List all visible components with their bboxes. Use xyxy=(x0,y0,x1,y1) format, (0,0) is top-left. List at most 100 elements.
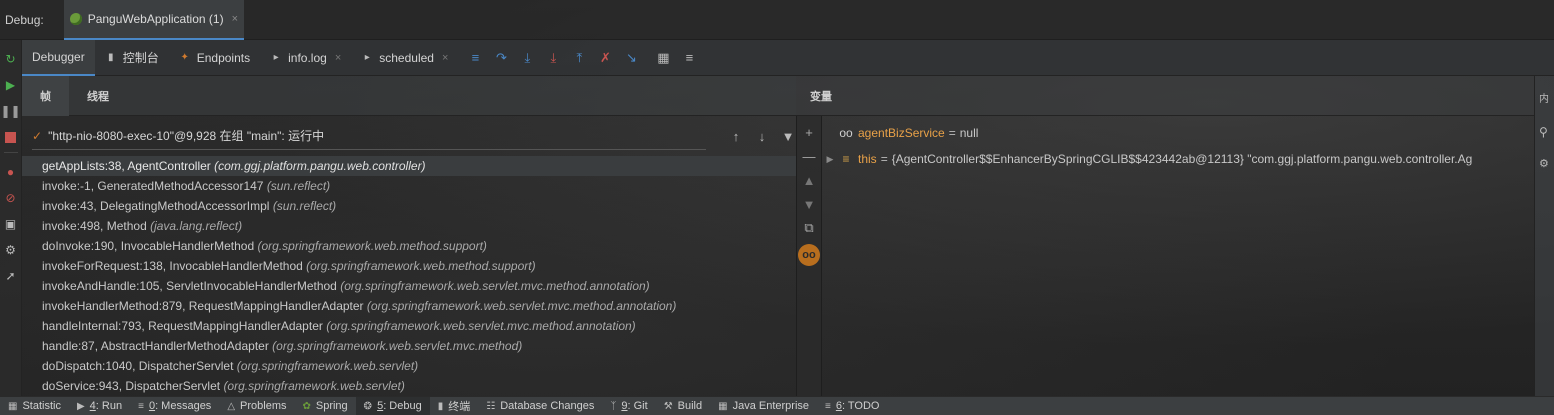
add-watch-icon[interactable]: + xyxy=(801,124,817,140)
camera-icon[interactable]: ▣ xyxy=(4,217,18,231)
spring-leaf-icon xyxy=(69,12,82,25)
show-watches-icon[interactable]: oo xyxy=(798,244,820,266)
frame-package: (org.springframework.web.servlet.mvc.met… xyxy=(326,319,636,333)
filter-icon[interactable]: ▼ xyxy=(780,129,796,144)
close-icon[interactable]: × xyxy=(335,52,341,64)
frame-method: doService:943, DispatcherServlet xyxy=(42,379,221,393)
remove-watch-icon[interactable]: — xyxy=(801,148,817,164)
frame-package: (org.springframework.web.method.support) xyxy=(306,259,536,273)
tool-label: Build xyxy=(677,400,703,412)
resume-icon[interactable]: ▶ xyxy=(4,78,18,92)
check-icon: ✓ xyxy=(32,128,43,143)
view-breakpoints-icon[interactable]: ● xyxy=(4,165,18,179)
tool-terminal[interactable]: ▮ 终端 xyxy=(430,397,479,415)
close-icon[interactable]: × xyxy=(442,52,448,64)
arrow-down-icon[interactable]: ↓ xyxy=(754,129,770,144)
frame-row[interactable]: handle:87, AbstractHandlerMethodAdapter … xyxy=(22,336,796,356)
frame-row[interactable]: invoke:43, DelegatingMethodAccessorImpl … xyxy=(22,196,796,216)
frame-package: (org.springframework.web.servlet.mvc.met… xyxy=(340,279,650,293)
frame-row[interactable]: getAppLists:38, AgentController (com.ggj… xyxy=(22,156,796,176)
settings-icon[interactable]: ⚙ xyxy=(4,243,18,257)
debug-title-bar: Debug: PanguWebApplication (1) × xyxy=(0,0,1554,40)
pin-icon[interactable]: ➚ xyxy=(4,269,18,283)
tool-run[interactable]: ▶ 4: Run xyxy=(69,397,130,415)
frame-method: doInvoke:190, InvocableHandlerMethod xyxy=(42,239,255,253)
frame-method: getAppLists:38, AgentController xyxy=(42,159,211,173)
tool-debug[interactable]: ❂ 5: Debug xyxy=(355,396,430,415)
frame-row[interactable]: invoke:-1, GeneratedMethodAccessor147 (s… xyxy=(22,176,796,196)
evaluate-expression-icon[interactable]: ▦ xyxy=(654,49,672,67)
arrow-up-icon[interactable]: ↑ xyxy=(728,129,744,144)
step-into-icon[interactable]: ⤓ xyxy=(518,49,536,67)
frame-row[interactable]: doService:943, DispatcherServlet (org.sp… xyxy=(22,376,796,396)
tab-debugger[interactable]: Debugger xyxy=(22,39,95,76)
move-up-icon[interactable]: ▲ xyxy=(801,172,817,188)
run-to-cursor-icon[interactable]: ↘ xyxy=(622,49,640,67)
tool-messages[interactable]: ≡ 0: Messages xyxy=(130,397,219,415)
frame-package: (org.springframework.web.servlet) xyxy=(236,359,419,373)
close-icon[interactable]: × xyxy=(232,13,238,25)
tool-java-enterprise[interactable]: ▦ Java Enterprise xyxy=(710,397,817,415)
stop-icon[interactable] xyxy=(4,130,18,144)
tool-build[interactable]: ⚒ Build xyxy=(656,397,710,415)
tab-scheduled-label: scheduled xyxy=(379,50,434,65)
tool-label: Database Changes xyxy=(500,400,595,412)
tab-debugger-label: Debugger xyxy=(32,49,85,64)
trace-icon[interactable]: ≡ xyxy=(680,49,698,67)
move-down-icon[interactable]: ▼ xyxy=(801,196,817,212)
tool-label: : Debug xyxy=(383,400,422,412)
tool-label: Problems xyxy=(240,400,287,412)
force-step-into-icon[interactable]: ⤓ xyxy=(544,49,562,67)
frames-threads-header: 帧 线程 xyxy=(22,75,796,116)
frame-row[interactable]: handleInternal:793, RequestMappingHandle… xyxy=(22,316,796,336)
frame-method: invoke:498, Method xyxy=(42,219,147,233)
frame-package: (com.ggj.platform.pangu.web.controller) xyxy=(214,159,426,173)
tab-endpoints[interactable]: ✦ Endpoints xyxy=(169,40,260,76)
pause-icon[interactable]: ❚❚ xyxy=(0,104,20,118)
frame-package: (org.springframework.web.servlet) xyxy=(223,379,405,393)
frame-row[interactable]: invokeHandlerMethod:879, RequestMappingH… xyxy=(22,296,796,316)
thread-dropdown[interactable]: ✓ "http-nio-8080-exec-10"@9,928 在组 "main… xyxy=(32,122,706,150)
step-out-icon[interactable]: ⤒ xyxy=(570,49,588,67)
tool-spring[interactable]: ✿ Spring xyxy=(294,397,355,415)
tool-label: 终端 xyxy=(448,401,471,413)
show-execution-point-icon[interactable]: ≡ xyxy=(466,49,484,67)
variable-value: {AgentController$$EnhancerBySpringCGLIB$… xyxy=(891,152,1473,166)
rerun-icon[interactable]: ↻ xyxy=(4,52,18,66)
tool-todo[interactable]: ≡ 6: TODO xyxy=(817,397,887,415)
tool-git[interactable]: ᛉ9: Git xyxy=(602,397,655,415)
frame-row[interactable]: invokeAndHandle:105, ServletInvocableHan… xyxy=(22,276,796,296)
tab-threads[interactable]: 线程 xyxy=(69,76,127,116)
frame-row[interactable]: invokeForRequest:138, InvocableHandlerMe… xyxy=(22,256,796,276)
tab-scheduled[interactable]: ▸ scheduled × xyxy=(351,40,458,76)
frame-row[interactable]: invoke:498, Method (java.lang.reflect) xyxy=(22,216,796,236)
variables-header: 变量 xyxy=(796,76,1534,116)
tool-statistic[interactable]: ▦ Statistic xyxy=(0,397,69,415)
tab-console[interactable]: ▮ 控制台 xyxy=(95,40,169,76)
log-icon: ▸ xyxy=(273,52,279,63)
debug-icon: ❂ xyxy=(363,400,373,412)
expand-arrow-icon[interactable]: ▶ xyxy=(822,154,838,165)
run-config-tab[interactable]: PanguWebApplication (1) × xyxy=(63,0,245,40)
watch-glasses-icon: oo xyxy=(839,126,853,140)
variable-row[interactable]: oo agentBizService = null xyxy=(822,120,1534,146)
frame-package: (sun.reflect) xyxy=(272,199,337,213)
tool-database-changes[interactable]: ☷ Database Changes xyxy=(478,397,602,415)
tab-console-label: 控制台 xyxy=(122,51,159,65)
tab-info-log[interactable]: ▸ info.log × xyxy=(260,40,351,76)
frame-row[interactable]: doDispatch:1040, DispatcherServlet (org.… xyxy=(22,356,796,376)
tab-frames[interactable]: 帧 xyxy=(22,75,69,116)
step-over-icon[interactable]: ↷ xyxy=(492,49,510,67)
search-icon[interactable]: ⚲ xyxy=(1539,125,1554,139)
frame-method: handleInternal:793, RequestMappingHandle… xyxy=(42,319,323,333)
tab-info-log-label: info.log xyxy=(288,50,327,65)
copy-icon[interactable]: ⧉ xyxy=(801,220,817,236)
gear-icon[interactable]: ⚙ xyxy=(1539,157,1554,170)
mute-breakpoints-icon[interactable]: ⊘ xyxy=(4,191,18,205)
java-enterprise-icon: ▦ xyxy=(718,400,728,412)
frame-row[interactable]: doInvoke:190, InvocableHandlerMethod (or… xyxy=(22,236,796,256)
tool-problems[interactable]: △ Problems xyxy=(219,397,294,415)
thread-navigation: ↑ ↓ ▼ xyxy=(718,129,796,144)
drop-frame-icon[interactable]: ✗ xyxy=(596,49,614,67)
variable-row[interactable]: ▶ ≡ this = {AgentController$$EnhancerByS… xyxy=(822,146,1534,172)
